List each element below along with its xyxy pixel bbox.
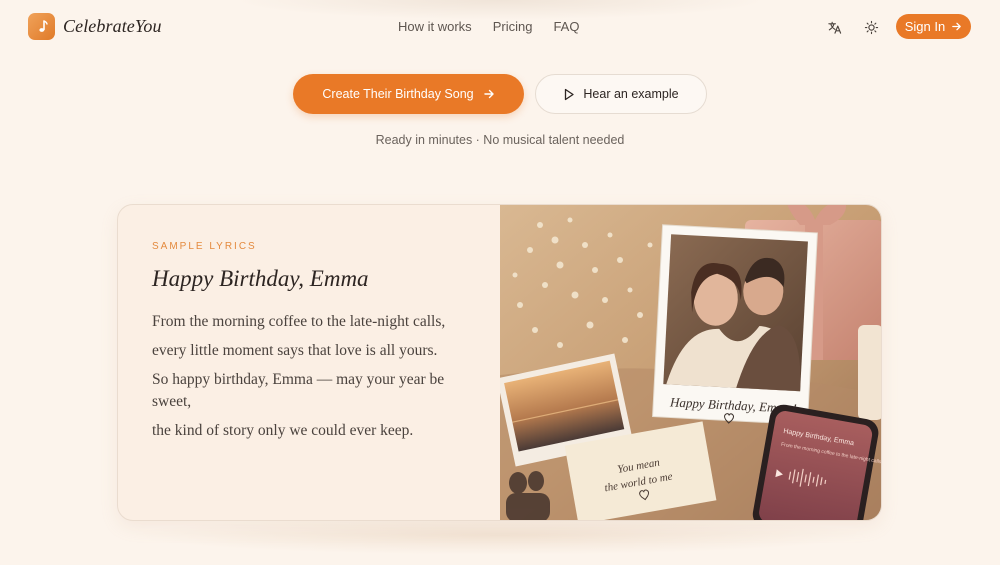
top-navigation: CelebrateYou How it works Pricing FAQ Si…: [0, 0, 1000, 54]
hear-example-button[interactable]: Hear an example: [535, 74, 707, 114]
sample-lyrics-card: SAMPLE LYRICS Happy Birthday, Emma From …: [117, 204, 882, 521]
sun-icon[interactable]: [862, 18, 880, 36]
brand-name: CelebrateYou: [63, 16, 162, 36]
music-note-icon: [28, 13, 55, 40]
card-shadow: [130, 515, 870, 555]
lyric-line: the kind of story only we could ever kee…: [152, 422, 414, 439]
create-birthday-song-label: Create Their Birthday Song: [322, 87, 474, 101]
nav-link-faq[interactable]: FAQ: [553, 19, 579, 34]
sign-in-label: Sign In: [904, 19, 946, 34]
lyric-line: So happy birthday, Emma — may your year …: [152, 371, 445, 410]
hear-example-label: Hear an example: [583, 87, 679, 101]
create-birthday-song-button[interactable]: Create Their Birthday Song: [293, 74, 524, 114]
arrow-right-icon: [952, 22, 962, 31]
lyric-line: From the morning coffee to the late-nigh…: [152, 313, 446, 330]
lyric-lines: From the morning coffee to the late-nigh…: [152, 311, 472, 449]
play-icon: [565, 88, 575, 100]
sign-in-button[interactable]: Sign In: [896, 14, 971, 39]
arrow-right-icon: [483, 89, 494, 99]
birthday-photo-illustration: Happy Birthday, Emma! You mean the world…: [500, 205, 881, 520]
nav-link-how-it-works[interactable]: How it works: [398, 19, 472, 34]
nav-links: How it works Pricing FAQ: [398, 19, 579, 34]
lyrics-panel: SAMPLE LYRICS Happy Birthday, Emma From …: [118, 205, 500, 520]
lyric-line: every little moment says that love is al…: [152, 342, 438, 359]
sample-lyrics-label: SAMPLE LYRICS: [152, 241, 257, 252]
translate-icon[interactable]: [825, 18, 843, 36]
hero-tagline: Ready in minutes · No musical talent nee…: [375, 133, 625, 147]
song-title: Happy Birthday, Emma: [152, 266, 369, 291]
brand-logo[interactable]: CelebrateYou: [28, 13, 162, 40]
nav-link-pricing[interactable]: Pricing: [493, 19, 533, 34]
